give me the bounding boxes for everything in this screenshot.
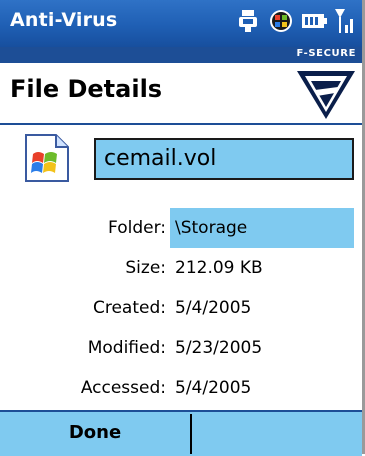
f-secure-logo-icon [297, 71, 355, 119]
page-title: File Details [10, 75, 163, 103]
brand-strip: F-SECURE [0, 47, 362, 63]
signal-icon[interactable] [334, 7, 356, 35]
detail-row-modified[interactable]: Modified: 5/23/2005 [0, 328, 362, 368]
accessed-label: Accessed: [80, 378, 166, 398]
page-header: File Details [0, 63, 362, 125]
detail-row-size[interactable]: Size: 212.09 KB [0, 248, 362, 288]
battery-icon[interactable] [301, 10, 327, 32]
folder-label: Folder: [108, 218, 166, 238]
accessed-value: 5/4/2005 [175, 378, 252, 398]
detail-row-created[interactable]: Created: 5/4/2005 [0, 288, 362, 328]
detail-row-folder[interactable]: Folder: \Storage [0, 208, 362, 248]
size-label: Size: [125, 258, 166, 278]
done-button[interactable]: Done [0, 412, 190, 454]
created-value: 5/4/2005 [175, 298, 252, 318]
start-menu-icon[interactable] [268, 8, 294, 34]
status-icons [235, 7, 356, 35]
connectivity-icon[interactable] [235, 8, 261, 34]
folder-value[interactable]: \Storage [170, 208, 354, 248]
created-label: Created: [92, 298, 166, 318]
file-name-field[interactable]: cemail.vol [94, 138, 354, 180]
title-bar: Anti-Virus [0, 0, 362, 47]
modified-value: 5/23/2005 [175, 338, 263, 358]
detail-row-accessed[interactable]: Accessed: 5/4/2005 [0, 368, 362, 408]
right-softkey[interactable] [192, 412, 362, 454]
modified-label: Modified: [87, 338, 166, 358]
softkey-bar: Done [0, 410, 362, 456]
file-icon [25, 134, 69, 182]
screen: Anti-Virus F-SECURE File Details cemail.… [0, 0, 365, 456]
size-value: 212.09 KB [175, 258, 263, 278]
app-title: Anti-Virus [10, 9, 118, 31]
brand-label: F-SECURE [296, 48, 356, 59]
